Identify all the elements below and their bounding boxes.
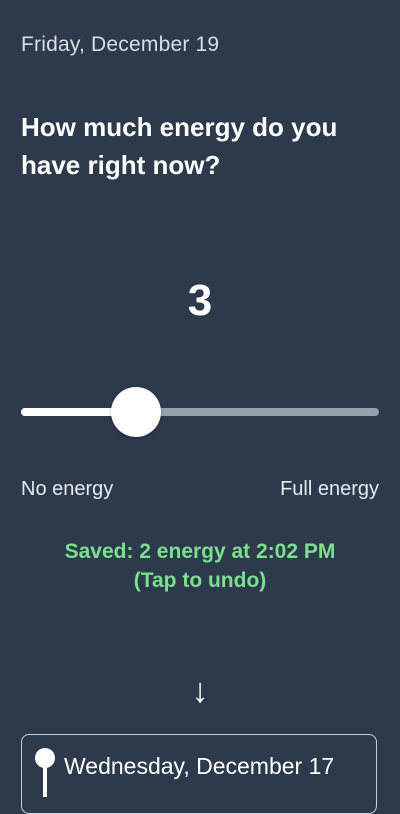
slider-thumb[interactable] xyxy=(111,387,161,437)
scale-max-label: Full energy xyxy=(280,478,379,500)
history-entry-card[interactable]: Wednesday, December 17 xyxy=(21,734,377,814)
arrow-down-icon: ↓ xyxy=(191,672,209,710)
energy-value: 3 xyxy=(187,276,213,325)
scale-min-label: No energy xyxy=(21,478,114,500)
saved-message: Saved: 2 energy at 2:02 PM xyxy=(64,540,336,563)
undo-button[interactable]: (Tap to undo) xyxy=(0,566,400,595)
saved-status[interactable]: Saved: 2 energy at 2:02 PM (Tap to undo) xyxy=(0,537,400,595)
pin-icon xyxy=(35,748,55,797)
energy-slider[interactable] xyxy=(21,384,379,440)
history-entry-date: Wednesday, December 17 xyxy=(64,753,335,779)
energy-question: How much energy do you have right now? xyxy=(21,112,338,180)
current-date: Friday, December 19 xyxy=(21,33,220,56)
